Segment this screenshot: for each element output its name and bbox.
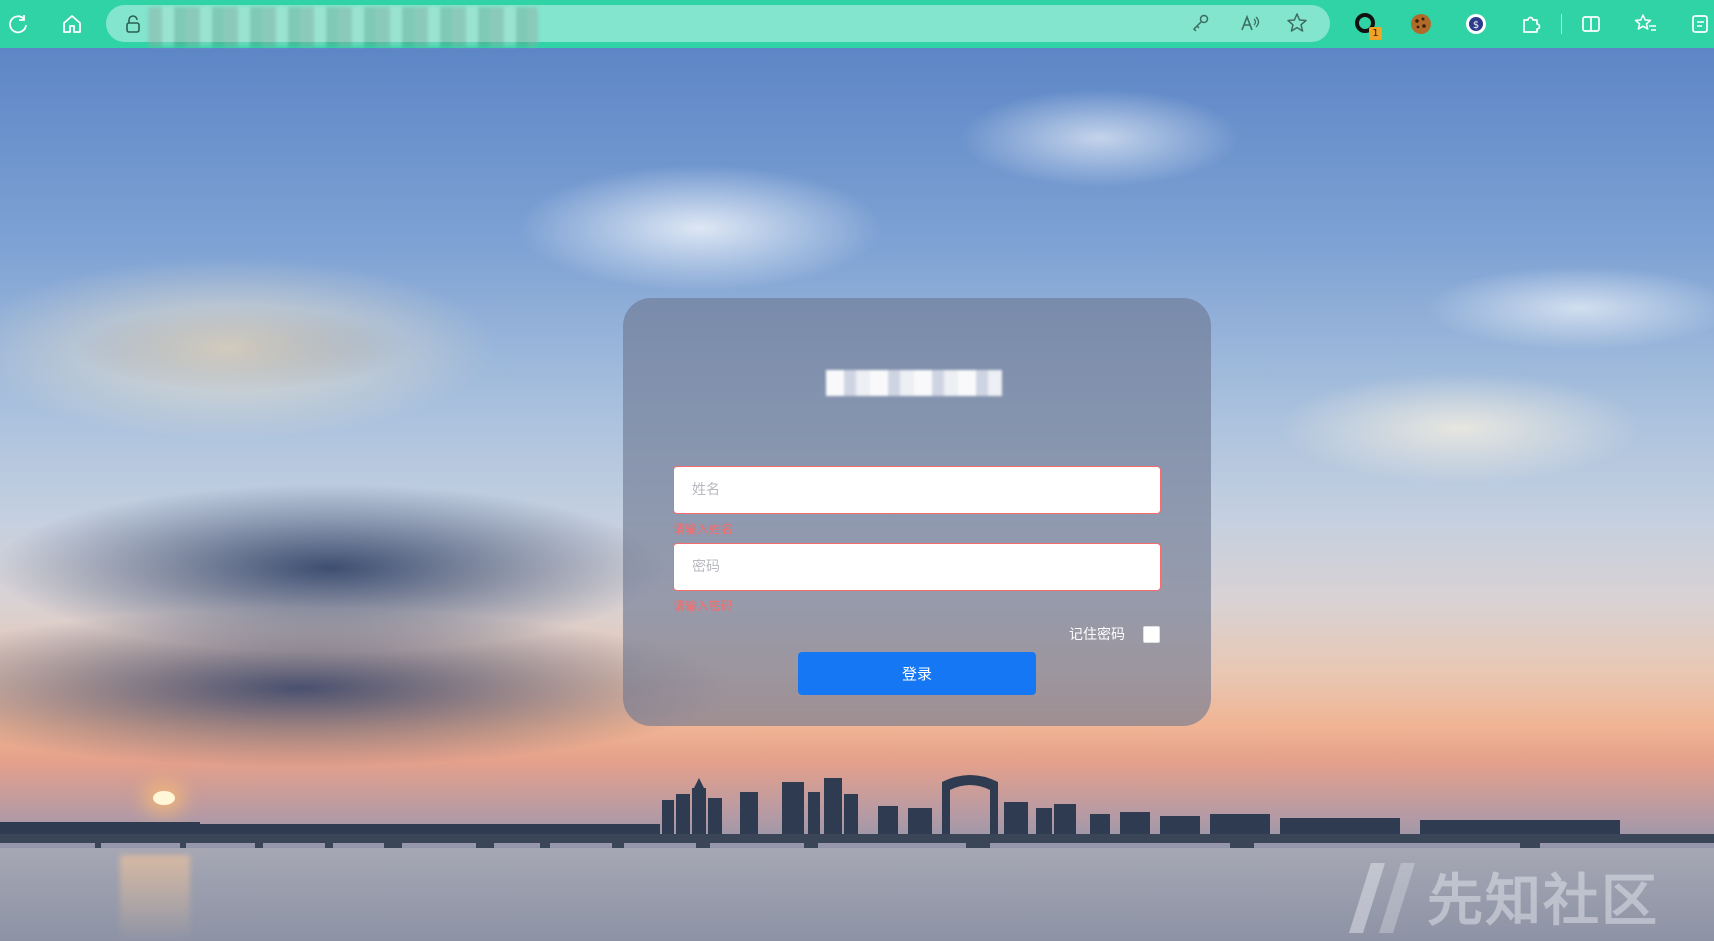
puzzle-icon[interactable] bbox=[1515, 8, 1547, 40]
lock-icon[interactable] bbox=[122, 13, 144, 35]
extension-icon[interactable]: 1 bbox=[1350, 8, 1382, 40]
water-reflection bbox=[120, 855, 190, 941]
remember-password-checkbox[interactable] bbox=[1143, 626, 1160, 643]
key-icon[interactable] bbox=[1186, 8, 1216, 38]
url-redacted bbox=[148, 7, 538, 47]
name-error-message: 请输入姓名 bbox=[673, 522, 734, 536]
remember-password-label[interactable]: 记住密码 bbox=[1069, 625, 1125, 645]
toolbar-divider bbox=[1561, 14, 1562, 34]
extension-icon[interactable]: $ bbox=[1460, 8, 1492, 40]
password-field[interactable] bbox=[673, 543, 1161, 591]
address-bar[interactable] bbox=[106, 5, 1330, 47]
home-icon[interactable] bbox=[56, 8, 88, 40]
collections-icon[interactable] bbox=[1684, 8, 1714, 40]
name-field[interactable] bbox=[673, 466, 1161, 514]
extension-badge: 1 bbox=[1369, 27, 1382, 40]
password-error-message: 请输入密码 bbox=[673, 599, 734, 613]
watermark-text: 先知社区 bbox=[1427, 868, 1659, 934]
read-aloud-icon[interactable] bbox=[1236, 8, 1266, 38]
watermark: 先知社区 bbox=[1345, 856, 1659, 936]
star-icon[interactable] bbox=[1282, 8, 1312, 38]
password-input[interactable] bbox=[674, 544, 1160, 590]
city-skyline bbox=[0, 775, 1714, 860]
browser-toolbar: 1 $ bbox=[0, 0, 1714, 48]
reload-icon[interactable] bbox=[2, 8, 34, 40]
login-button[interactable]: 登录 bbox=[798, 652, 1036, 695]
name-input[interactable] bbox=[674, 467, 1160, 513]
watermark-logo-icon bbox=[1349, 863, 1415, 933]
cookie-icon[interactable] bbox=[1405, 8, 1437, 40]
login-title-redacted bbox=[826, 370, 1002, 396]
favorites-icon[interactable] bbox=[1630, 8, 1662, 40]
svg-text:$: $ bbox=[1473, 20, 1479, 31]
split-screen-icon[interactable] bbox=[1575, 8, 1607, 40]
